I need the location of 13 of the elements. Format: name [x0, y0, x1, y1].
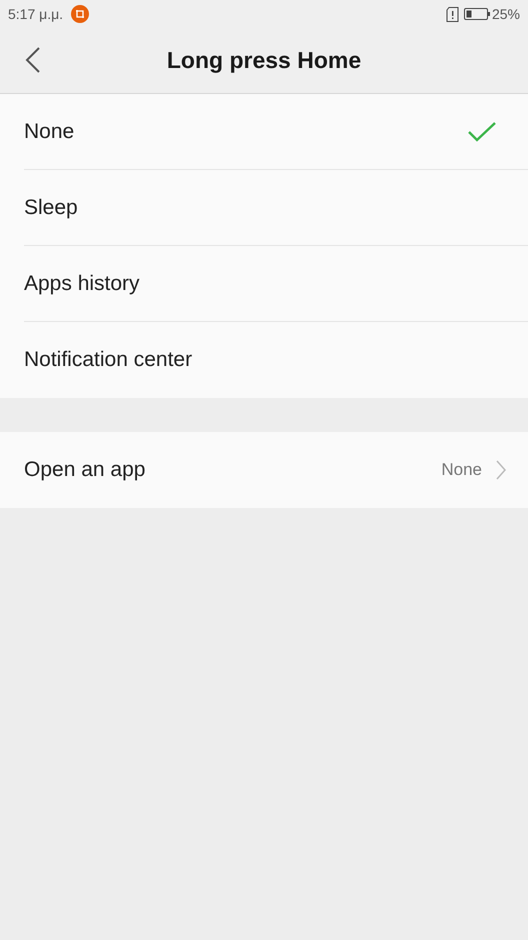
notification-icon	[71, 5, 90, 23]
sim-alert-icon	[446, 6, 459, 22]
open-app-label[interactable]: Open an app	[24, 458, 442, 482]
option-item[interactable]: Apps history	[24, 246, 528, 322]
option-item[interactable]: None	[24, 94, 528, 170]
battery-icon	[464, 8, 490, 20]
battery-percent: 25%	[492, 6, 520, 22]
option-item[interactable]: Sleep	[24, 170, 528, 246]
open-app-value: None	[441, 460, 482, 480]
chevron-icon	[496, 460, 506, 480]
page-title: Long press Home	[166, 47, 362, 74]
option-item[interactable]: Notification center	[24, 322, 528, 398]
status-time: 5:17 μ.μ.	[8, 6, 64, 22]
